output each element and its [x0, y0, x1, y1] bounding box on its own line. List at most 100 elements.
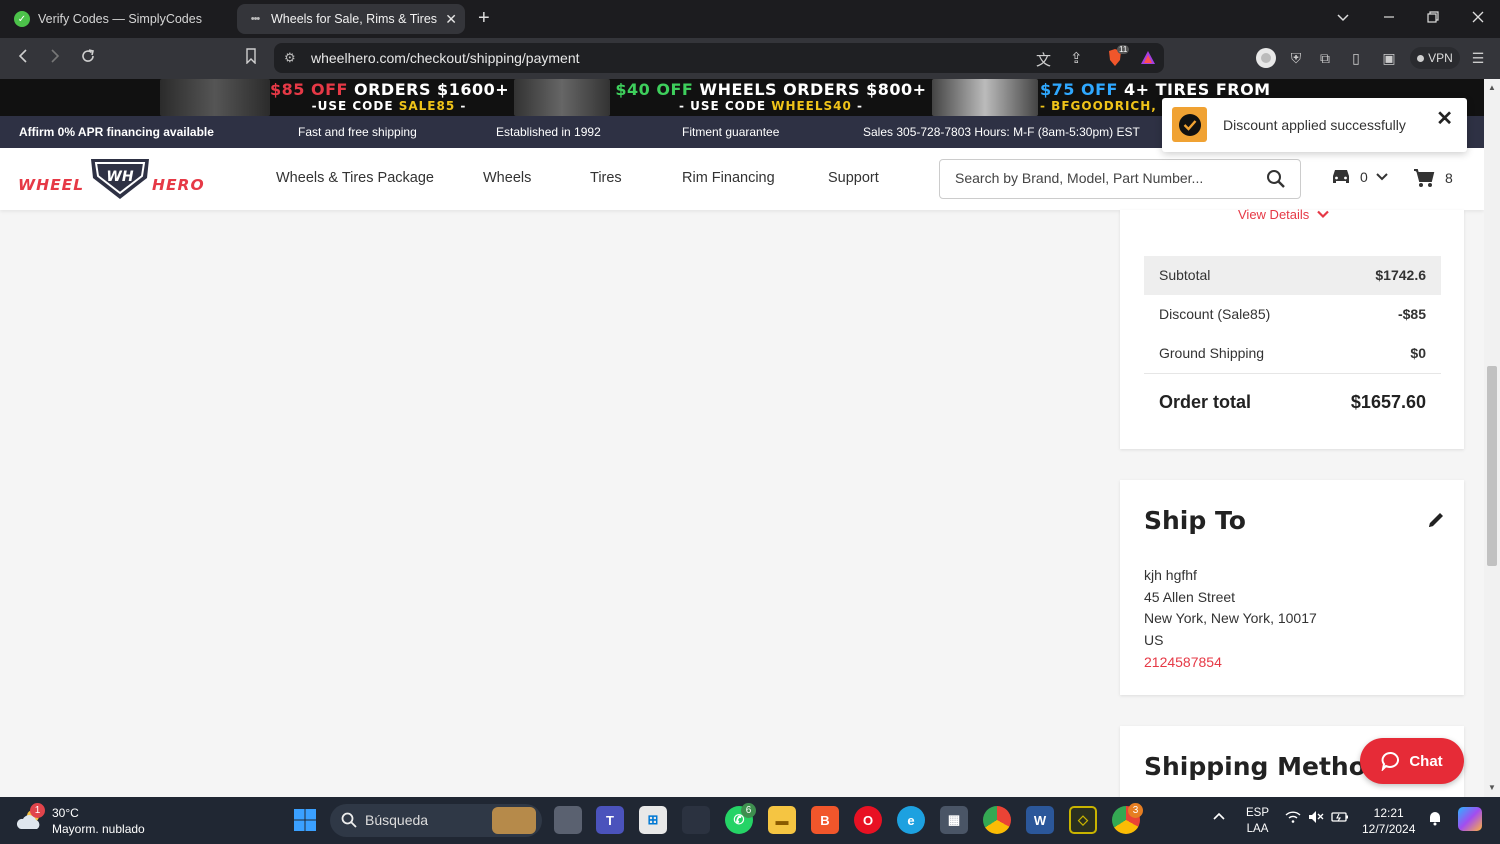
translate-icon[interactable]: 文: [1036, 49, 1051, 70]
browser-toolbar: ⚙ wheelhero.com/checkout/shipping/paymen…: [0, 38, 1500, 79]
tab-wheelhero[interactable]: ••• Wheels for Sale, Rims & Tires fo ✕: [237, 4, 465, 34]
cart-button[interactable]: 8: [1413, 168, 1453, 188]
recipient-name: kjh hgfhf: [1144, 567, 1197, 583]
chevron-down-icon: [1376, 173, 1388, 181]
tab-title: Verify Codes — SimplyCodes: [38, 12, 202, 26]
chrome-icon[interactable]: [983, 806, 1011, 834]
notifications-bell-icon[interactable]: [1427, 810, 1443, 829]
menu-wheels-tires-package[interactable]: Wheels & Tires Package: [276, 170, 434, 186]
scrollbar-thumb[interactable]: [1487, 366, 1497, 566]
garage-dropdown[interactable]: 0: [1330, 168, 1388, 186]
menu-wheels[interactable]: Wheels: [483, 170, 531, 186]
edit-pencil-icon[interactable]: [1426, 510, 1446, 535]
generic-app-icon[interactable]: [682, 806, 710, 834]
ship-to-title: Ship To: [1144, 506, 1246, 535]
ship-to-card: Ship To kjh hgfhf 45 Allen Street New Yo…: [1120, 480, 1464, 695]
volume-muted-icon[interactable]: [1308, 810, 1324, 827]
share-icon[interactable]: ⇪: [1070, 49, 1083, 67]
cart-count: 8: [1445, 170, 1453, 186]
simplycodes-extension-icon[interactable]: [1255, 47, 1277, 69]
tray-overflow-chevron-icon[interactable]: [1212, 810, 1226, 824]
close-tab-icon[interactable]: ✕: [445, 11, 457, 28]
battery-icon[interactable]: [1331, 810, 1349, 827]
jeep-promo-image: [932, 79, 1038, 116]
sidebar-toggle-icon[interactable]: ▯: [1345, 47, 1367, 69]
discount-label: Discount (Sale85): [1159, 306, 1271, 322]
recipient-phone[interactable]: 2124587854: [1144, 652, 1317, 674]
bookmark-icon[interactable]: [245, 48, 257, 69]
success-check-icon: [1172, 107, 1207, 142]
tab-search-chevron-icon[interactable]: [1336, 10, 1350, 27]
language-indicator[interactable]: ESP LAA: [1246, 805, 1269, 837]
discount-row: Discount (Sale85) -$85: [1144, 295, 1441, 334]
tab-title: Wheels for Sale, Rims & Tires fo: [271, 12, 437, 26]
garage-count: 0: [1360, 169, 1368, 185]
order-total-value: $1657.60: [1350, 392, 1426, 412]
wallet-icon[interactable]: ▣: [1378, 47, 1400, 69]
extensions-puzzle-icon[interactable]: ⧉: [1314, 47, 1336, 69]
shipping-row: Ground Shipping $0: [1144, 334, 1441, 373]
simplycodes-favicon-icon: ✓: [14, 11, 30, 27]
shipping-address: kjh hgfhf 45 Allen Street New York, New …: [1144, 565, 1317, 674]
tab-simplycodes[interactable]: ✓ Verify Codes — SimplyCodes: [8, 4, 230, 34]
cart-icon: [1414, 169, 1435, 187]
browser-menu-icon[interactable]: ☰: [1467, 47, 1489, 69]
taskbar-search-label: Búsqueda: [365, 812, 429, 828]
word-icon[interactable]: W: [1026, 806, 1054, 834]
minimize-window-icon[interactable]: [1382, 10, 1396, 27]
promo-deal-2: $40 OFF WHEELS ORDERS $800+ - USE CODE W…: [615, 80, 927, 113]
brave-browser-icon[interactable]: B: [811, 806, 839, 834]
brave-rewards-icon[interactable]: [1140, 50, 1156, 69]
shipping-label: Ground Shipping: [1159, 345, 1265, 361]
android-studio-icon[interactable]: ◇: [1069, 806, 1097, 834]
wifi-icon[interactable]: [1285, 811, 1301, 826]
subtotal-label: Subtotal: [1159, 267, 1211, 283]
weather-desc: Mayorm. nublado: [52, 822, 145, 836]
calculator-icon[interactable]: ▦: [940, 806, 968, 834]
site-info-icon[interactable]: ⚙: [284, 50, 296, 66]
language-code: ESP: [1246, 807, 1270, 819]
shield-extension-icon[interactable]: ⛨: [1285, 47, 1307, 69]
close-window-icon[interactable]: [1471, 10, 1485, 27]
search-icon: [341, 812, 357, 831]
reload-icon[interactable]: [80, 48, 96, 69]
page-scrollbar[interactable]: ▲ ▼: [1484, 79, 1500, 797]
scroll-down-icon[interactable]: ▼: [1488, 783, 1496, 792]
address-bar[interactable]: ⚙ wheelhero.com/checkout/shipping/paymen…: [274, 43, 1164, 73]
search-input[interactable]: [955, 170, 1255, 186]
vpn-button[interactable]: VPN: [1410, 47, 1460, 69]
back-icon[interactable]: [16, 48, 30, 69]
view-details-toggle[interactable]: View Details: [1238, 207, 1330, 222]
forward-icon[interactable]: [48, 48, 62, 69]
new-tab-icon[interactable]: +: [478, 8, 490, 28]
order-total-row: Order total $1657.60: [1144, 373, 1441, 427]
system-clock[interactable]: 12:21 12/7/2024: [1362, 805, 1415, 837]
restore-window-icon[interactable]: [1426, 10, 1440, 27]
edge-icon[interactable]: e: [897, 806, 925, 834]
wheelhero-logo[interactable]: WHEEL WH HERO: [18, 156, 216, 202]
file-explorer-icon[interactable]: ▬: [768, 806, 796, 834]
windows-start-icon[interactable]: [291, 806, 319, 834]
subtotal-value: $1742.6: [1375, 267, 1426, 283]
copilot-icon[interactable]: [1458, 807, 1482, 831]
toast-close-icon[interactable]: ✕: [1436, 106, 1453, 131]
svg-text:WH: WH: [106, 169, 133, 185]
microsoft-store-icon[interactable]: ⊞: [639, 806, 667, 834]
car-icon: [1333, 170, 1349, 183]
affirm-financing-text[interactable]: Affirm 0% APR financing available: [19, 125, 214, 139]
search-icon[interactable]: [1266, 169, 1286, 194]
task-view-icon[interactable]: [554, 806, 582, 834]
menu-tires[interactable]: Tires: [590, 170, 622, 186]
taskbar-search[interactable]: Búsqueda: [330, 804, 542, 837]
discount-toast: Discount applied successfully ✕: [1162, 98, 1467, 152]
menu-support[interactable]: Support: [828, 170, 879, 186]
fitment-guarantee-text: Fitment guarantee: [682, 125, 780, 139]
teams-icon[interactable]: T: [596, 806, 624, 834]
opera-icon[interactable]: O: [854, 806, 882, 834]
scroll-up-icon[interactable]: ▲: [1488, 83, 1496, 92]
loading-favicon-icon: •••: [250, 13, 261, 25]
clock-time: 12:21: [1373, 806, 1404, 820]
chat-label: Chat: [1409, 752, 1443, 770]
chat-button[interactable]: Chat: [1360, 738, 1464, 784]
menu-rim-financing[interactable]: Rim Financing: [682, 170, 775, 186]
